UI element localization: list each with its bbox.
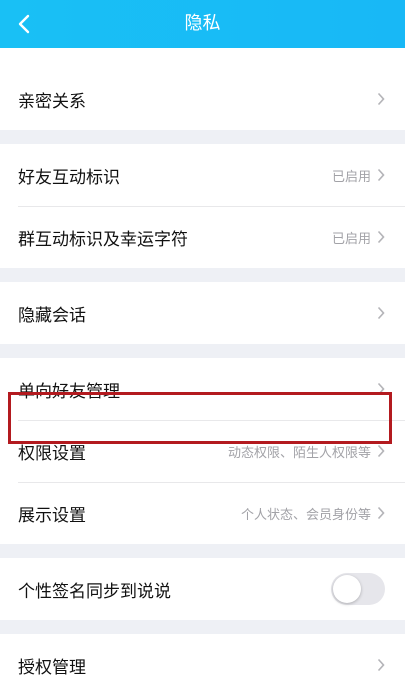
navigation-bar: 隐私 — [0, 0, 405, 48]
chevron-right-icon — [377, 382, 385, 396]
page-title: 隐私 — [184, 13, 221, 34]
row-value: 动态权限、陌生人权限等 — [227, 445, 371, 461]
chevron-right-icon — [377, 230, 385, 244]
row-authorization-management[interactable]: 授权管理 — [0, 634, 405, 696]
row-friend-interaction-marks[interactable]: 好友互动标识 已启用 — [0, 144, 405, 206]
row-one-way-friends[interactable]: 单向好友管理 — [0, 358, 405, 420]
row-label: 权限设置 — [18, 443, 86, 464]
row-label: 隐藏会话 — [18, 305, 86, 326]
settings-group-signature: 个性签名同步到说说 — [0, 558, 405, 620]
row-label: 单向好友管理 — [18, 381, 120, 402]
row-signature-sync: 个性签名同步到说说 — [0, 558, 405, 620]
settings-group-intimate: 亲密关系 — [0, 48, 405, 130]
settings-group-hidden: 隐藏会话 — [0, 282, 405, 344]
section-gap — [0, 544, 405, 558]
row-value: 已启用 — [331, 231, 371, 247]
section-gap — [0, 268, 405, 282]
row-display-settings[interactable]: 展示设置 个人状态、会员身份等 — [0, 482, 405, 544]
settings-group-authorization: 授权管理 — [0, 634, 405, 696]
row-label: 好友互动标识 — [18, 167, 120, 188]
settings-group-privacy-controls: 单向好友管理 权限设置 动态权限、陌生人权限等 展示设置 个人状态、会员身份等 — [0, 358, 405, 544]
previous-row-remnant — [0, 48, 405, 68]
row-hidden-chats[interactable]: 隐藏会话 — [0, 282, 405, 344]
row-label: 群互动标识及幸运字符 — [18, 229, 188, 250]
row-value: 已启用 — [331, 169, 371, 185]
row-label: 展示设置 — [18, 505, 86, 526]
chevron-right-icon — [377, 444, 385, 458]
chevron-left-icon — [18, 14, 30, 34]
chevron-right-icon — [377, 306, 385, 320]
row-label: 个性签名同步到说说 — [18, 581, 171, 602]
settings-group-interaction: 好友互动标识 已启用 群互动标识及幸运字符 已启用 — [0, 144, 405, 268]
row-value: 个人状态、会员身份等 — [240, 507, 371, 523]
signature-sync-toggle[interactable] — [331, 573, 385, 605]
row-group-interaction-marks[interactable]: 群互动标识及幸运字符 已启用 — [0, 206, 405, 268]
row-label: 授权管理 — [18, 657, 86, 678]
section-gap — [0, 344, 405, 358]
toggle-knob — [333, 575, 361, 603]
back-button[interactable] — [0, 0, 48, 48]
section-gap — [0, 620, 405, 634]
row-label: 亲密关系 — [18, 91, 86, 112]
chevron-right-icon — [377, 658, 385, 672]
chevron-right-icon — [377, 506, 385, 520]
row-intimate-relationship[interactable]: 亲密关系 — [0, 68, 405, 130]
chevron-right-icon — [377, 92, 385, 106]
row-permission-settings[interactable]: 权限设置 动态权限、陌生人权限等 — [0, 420, 405, 482]
section-gap — [0, 130, 405, 144]
chevron-right-icon — [377, 168, 385, 182]
settings-list[interactable]: 亲密关系 好友互动标识 已启用 群互动标识及幸运字符 已启用 隐藏会话 单向好友… — [0, 48, 405, 696]
